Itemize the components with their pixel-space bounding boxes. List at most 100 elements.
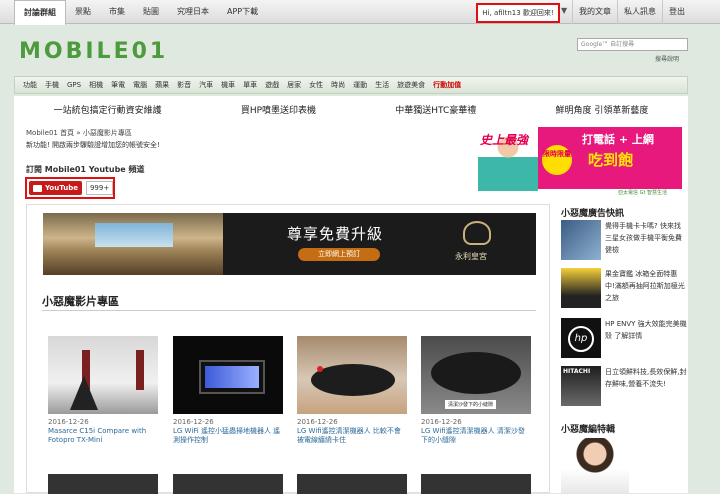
video-title[interactable]: LG Wifi遙控清潔機器人 清潔沙發下的小縫隙 — [421, 427, 531, 445]
ad-text[interactable]: 果金寶鑑 冰箱全面特惠中!滿額再抽阿拉斯加極光之旅 — [605, 268, 687, 304]
category-item[interactable]: 時尚 — [327, 80, 349, 90]
video-card[interactable]: 2016-12-26 LG Wifi遙控清潔機器人 比較不會被電線纏繞卡住 — [297, 336, 407, 445]
video-date: 2016-12-26 — [421, 418, 462, 426]
category-item[interactable]: 相機 — [85, 80, 107, 90]
section-title: 小惡魔影片專區 — [42, 295, 119, 308]
private-messages-link[interactable]: 私人訊息 — [617, 0, 662, 24]
video-date: 2016-12-26 — [297, 418, 338, 426]
search-help-link[interactable]: 搜尋說明 — [655, 54, 679, 63]
topnav-images[interactable]: 貼圖 — [134, 0, 168, 24]
robot-vacuum — [431, 352, 521, 394]
category-item[interactable]: 行動加值 — [429, 80, 465, 90]
ad-tag: 限時限量 — [542, 145, 572, 175]
category-item[interactable]: 影音 — [173, 80, 195, 90]
promo-link[interactable]: 一站統包搞定行動資安維護 — [54, 103, 162, 116]
category-item[interactable]: 旅遊美食 — [393, 80, 429, 90]
search-input[interactable]: Google™ 自訂搜尋 — [577, 38, 688, 51]
subscriber-count: 999+ — [85, 181, 114, 195]
sidebar-ad-item[interactable]: 果金寶鑑 冰箱全面特惠中!滿額再抽阿拉斯加極光之旅 — [561, 268, 686, 312]
topnav-spots[interactable]: 景點 — [66, 0, 100, 24]
site-logo[interactable]: MOBILE01 — [19, 36, 168, 66]
promo-link[interactable]: 鮮明角度 引領革新藝度 — [556, 103, 649, 116]
ad-thumbnail[interactable] — [561, 366, 601, 406]
category-item[interactable]: 汽車 — [195, 80, 217, 90]
video-thumbnail[interactable] — [297, 336, 407, 414]
crest-icon — [463, 221, 491, 245]
topnav-japan[interactable]: 究哩日本 — [168, 0, 218, 24]
ad-slogan: 史上最強 — [480, 133, 529, 147]
person-figure — [136, 350, 144, 390]
feature-photo[interactable] — [561, 438, 629, 493]
sidebar-ad-item[interactable]: 日立領鮮料技,長效保鮮,封存鮮味,營養不流失! — [561, 366, 686, 410]
video-thumbnail[interactable] — [421, 474, 531, 494]
section-divider — [42, 310, 536, 311]
banner-headline: 尊享免費升級 — [287, 225, 384, 243]
category-item[interactable]: 單車 — [239, 80, 261, 90]
robot-vacuum — [311, 364, 395, 396]
user-links: 我的文章 私人訊息 登出 — [572, 0, 691, 24]
logout-link[interactable]: 登出 — [662, 0, 691, 24]
category-item[interactable]: 女性 — [305, 80, 327, 90]
video-card[interactable]: 2016-12-26 Masarce C15i Compare with Fot… — [48, 336, 158, 445]
promo-link[interactable]: 買HP噴墨送印表機 — [241, 103, 316, 116]
phone-screen — [201, 362, 263, 392]
sidebar-ad-item[interactable]: 覺得手機卡卡嗎? 快來找三星女孩做手機平衡免費健檢 — [561, 220, 686, 264]
category-item[interactable]: 生活 — [371, 80, 393, 90]
top-ad[interactable]: 史上最強 限時限量 打電話 + 上網 吃到飽 亞太電信 Gt 智慧生活 — [478, 127, 682, 197]
video-title[interactable]: LG WiFi 遙控小猛蟲掃地機器人 遙測操作控制 — [173, 427, 283, 445]
breadcrumb[interactable]: Mobile01 首頁 » 小惡魔影片專區 — [26, 128, 132, 138]
tripod-figure — [70, 376, 98, 410]
category-item[interactable]: GPS — [63, 81, 85, 89]
hp-logo-icon[interactable] — [561, 318, 601, 358]
category-item[interactable]: 功能 — [19, 80, 41, 90]
topnav-forum[interactable]: 討論群組 — [14, 0, 66, 25]
category-item[interactable]: 遊戲 — [261, 80, 283, 90]
ad-thumbnail[interactable] — [561, 268, 601, 308]
banner-brand: 永利皇宮 — [455, 252, 487, 261]
category-item[interactable]: 筆電 — [107, 80, 129, 90]
category-item[interactable]: 蘋果 — [151, 80, 173, 90]
notice-text[interactable]: 新功能! 開啟兩步驟驗證增加您的帳號安全! — [26, 140, 160, 150]
topnav-app[interactable]: APP下載 — [218, 0, 267, 24]
topnav-market[interactable]: 市集 — [100, 0, 134, 24]
category-item[interactable]: 居家 — [283, 80, 305, 90]
video-thumbnail[interactable] — [48, 474, 158, 494]
user-greeting[interactable]: Hi, afiltn13 歡迎回來! — [476, 3, 560, 23]
category-item[interactable]: 機車 — [217, 80, 239, 90]
promo-bar: 一站統包搞定行動資安維護 買HP噴墨送印表機 中華獨送HTC豪華禮 鮮明角度 引… — [14, 96, 688, 122]
video-thumbnail[interactable] — [48, 336, 158, 414]
video-card[interactable]: 清潔沙發下的小縫隙 2016-12-26 LG Wifi遙控清潔機器人 清潔沙發… — [421, 336, 531, 445]
category-item[interactable]: 運動 — [349, 80, 371, 90]
sidebar-ads-header: 小惡魔廣告快訊 — [561, 209, 625, 219]
ad-text[interactable]: 覺得手機卡卡嗎? 快來找三星女孩做手機平衡免費健檢 — [605, 220, 687, 256]
youtube-button[interactable]: YouTube — [29, 181, 82, 195]
youtube-icon — [33, 184, 42, 192]
subscribe-title: 訂閱 Mobile01 Youtube 頻道 — [26, 165, 145, 174]
sidebar-ad-item[interactable]: HP ENVY 強大效能完美機殼 了解詳情 — [561, 318, 687, 362]
chevron-down-icon[interactable]: ▼ — [561, 6, 567, 15]
ad-footer: 亞太電信 Gt 智慧生活 — [618, 190, 668, 196]
video-thumbnail[interactable] — [173, 336, 283, 414]
category-bar: 功能 手機 GPS 相機 筆電 電腦 蘋果 影音 汽車 機車 單車 遊戲 居家 … — [14, 76, 688, 94]
logo-text: MOBILE01 — [19, 38, 169, 64]
hotel-banner[interactable]: 尊享免費升級 立即網上預訂 永利皇宮 — [43, 213, 536, 275]
video-thumbnail[interactable]: 清潔沙發下的小縫隙 — [421, 336, 531, 414]
ad-line1: 打電話 + 上網 — [582, 133, 654, 146]
ad-text[interactable]: HP ENVY 強大效能完美機殼 了解詳情 — [605, 318, 687, 342]
ad-line2: 吃到飽 — [588, 151, 634, 169]
top-nav: 討論群組 景點 市集 貼圖 究哩日本 APP下載 — [14, 0, 267, 25]
banner-cta-button[interactable]: 立即網上預訂 — [298, 248, 380, 261]
video-date: 2016-12-26 — [173, 418, 214, 426]
youtube-label: YouTube — [45, 184, 78, 192]
video-card[interactable]: 2016-12-26 LG WiFi 遙控小猛蟲掃地機器人 遙測操作控制 — [173, 336, 283, 445]
my-articles-link[interactable]: 我的文章 — [572, 0, 617, 24]
ad-text[interactable]: 日立領鮮料技,長效保鮮,封存鮮味,營養不流失! — [605, 366, 687, 390]
video-title[interactable]: Masarce C15i Compare with Fotopro TX-Min… — [48, 427, 158, 445]
category-item[interactable]: 電腦 — [129, 80, 151, 90]
promo-link[interactable]: 中華獨送HTC豪華禮 — [395, 103, 476, 116]
category-item[interactable]: 手機 — [41, 80, 63, 90]
video-thumbnail[interactable] — [173, 474, 283, 494]
video-title[interactable]: LG Wifi遙控清潔機器人 比較不會被電線纏繞卡住 — [297, 427, 407, 445]
video-thumbnail[interactable] — [297, 474, 407, 494]
ad-thumbnail[interactable] — [561, 220, 601, 260]
